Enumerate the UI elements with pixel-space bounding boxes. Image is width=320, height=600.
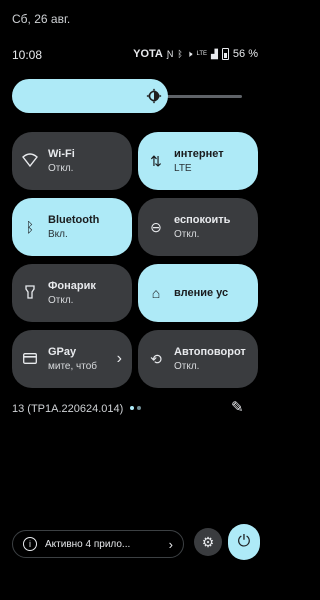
tile-label: Wi-Fi — [48, 148, 75, 160]
signal-icon: ▟ — [211, 48, 218, 59]
tile-state: Откл. — [48, 163, 74, 174]
active-apps-button[interactable]: i Активно 4 прило... › — [12, 530, 184, 558]
chevron-right-icon: › — [168, 536, 173, 552]
mobile-data-icon: ⇅ — [150, 152, 162, 169]
wifi-icon — [22, 152, 38, 170]
tile-label: Фонарик — [48, 280, 96, 292]
tile-gpay[interactable]: GPay мите, чтоб › — [12, 330, 132, 388]
card-icon — [22, 351, 38, 367]
rotate-icon: ⟲ — [150, 350, 162, 367]
info-icon: i — [23, 537, 37, 551]
tile-label: Автоповорот — [174, 346, 246, 358]
tile-state: мите, чтоб — [48, 361, 98, 372]
lte-icon: LTE — [196, 51, 207, 57]
flashlight-icon — [22, 284, 38, 302]
nfc-icon: Ɲ — [166, 48, 174, 59]
mute-icon: 🕨 — [186, 48, 193, 59]
carrier-label: YOTA — [133, 48, 163, 60]
tile-device-control[interactable]: ⌂ вление ус — [138, 264, 258, 322]
settings-button[interactable]: ⚙ — [194, 528, 222, 556]
power-button[interactable]: ⏻ — [228, 524, 260, 560]
gear-icon: ⚙ — [201, 533, 215, 550]
status-icons: YOTA Ɲ ᛒ 🕨 LTE ▟ 56 % — [133, 48, 258, 60]
tile-state: Откл. — [174, 229, 200, 240]
page-dot-active — [130, 406, 134, 410]
tile-state: Вкл. — [48, 229, 68, 240]
build-number: 13 (TP1A.220624.014) — [12, 403, 124, 415]
clock: 10:08 — [12, 48, 43, 62]
chevron-right-icon: › — [116, 350, 122, 367]
active-apps-label: Активно 4 прило... — [45, 538, 131, 550]
tile-label: вление ус — [174, 287, 229, 299]
page-indicator — [130, 406, 141, 410]
tile-label: еспокоить — [174, 214, 231, 226]
tile-state: Откл. — [48, 295, 74, 306]
brightness-icon — [144, 86, 164, 106]
bluetooth-icon: ᛒ — [177, 48, 183, 59]
tile-state: LTE — [174, 163, 192, 174]
tile-flashlight[interactable]: Фонарик Откл. — [12, 264, 132, 322]
page-dot — [137, 406, 141, 410]
tile-label: GPay — [48, 346, 77, 358]
edit-pencil-icon[interactable]: ✎ — [231, 398, 244, 416]
tile-label: Bluetooth — [48, 214, 100, 226]
bluetooth-icon: ᛒ — [25, 219, 35, 235]
battery-icon — [221, 48, 229, 60]
tile-auto-rotate[interactable]: ⟲ Автоповорот Откл. — [138, 330, 258, 388]
power-icon: ⏻ — [237, 533, 251, 550]
tile-label: интернет — [174, 148, 224, 160]
tile-do-not-disturb[interactable]: ⊖ еспокоить Откл. — [138, 198, 258, 256]
battery-level: 56 % — [232, 48, 258, 60]
tile-state: Откл. — [174, 361, 200, 372]
tile-bluetooth[interactable]: ᛒ Bluetooth Вкл. — [12, 198, 132, 256]
tile-mobile-data[interactable]: ⇅ интернет LTE — [138, 132, 258, 190]
do-not-disturb-icon: ⊖ — [150, 218, 162, 235]
date-label: Сб, 26 авг. — [12, 12, 71, 26]
home-icon: ⌂ — [151, 285, 161, 301]
tile-wifi[interactable]: Wi-Fi Откл. — [12, 132, 132, 190]
